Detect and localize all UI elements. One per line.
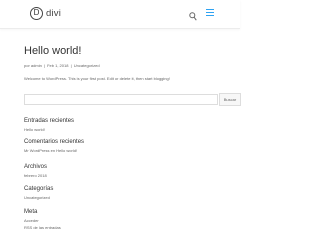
post-meta-by: por	[24, 63, 30, 68]
login-link[interactable]: Acceder	[24, 218, 61, 223]
widget-title: Meta	[24, 209, 38, 215]
post-title[interactable]: Hello world!	[24, 45, 214, 58]
post-date: Feb 1, 2018	[47, 63, 69, 68]
site-logo[interactable]: D divi	[30, 5, 61, 21]
recent-comment-link[interactable]: Mr WordPress en Hello world!	[24, 148, 84, 153]
widget-title: Comentarios recientes	[24, 139, 85, 145]
search-input[interactable]	[24, 94, 218, 105]
logo-text: divi	[46, 7, 62, 19]
widget-recent-comments: Comentarios recientes Mr WordPress en He…	[24, 139, 84, 153]
post-article: Hello world! por admin | Feb 1, 2018 | U…	[24, 45, 214, 82]
post-category-link[interactable]: Uncategorized	[74, 63, 100, 68]
category-link[interactable]: Uncategorized	[24, 195, 53, 200]
widget-categories: Categorías Uncategorized	[24, 186, 53, 200]
logo-mark: D	[30, 6, 43, 20]
hamburger-menu-icon[interactable]	[206, 9, 214, 16]
recent-post-link[interactable]: Hello world!	[24, 127, 74, 132]
widget-title: Categorías	[24, 186, 54, 192]
search-button[interactable]: Buscar	[219, 93, 241, 106]
rss-entries-link[interactable]: RSS de las entradas	[24, 225, 61, 230]
search-icon[interactable]	[189, 8, 197, 21]
widget-title: Entradas recientes	[24, 118, 75, 124]
post-meta: por admin | Feb 1, 2018 | Uncategorized	[24, 63, 100, 68]
post-body: Welcome to WordPress. This is your first…	[24, 76, 170, 81]
search-form: Buscar	[24, 93, 241, 106]
site-header: D divi	[0, 0, 240, 29]
widget-archives: Archivos febrero 2018	[24, 164, 47, 178]
widget-recent-posts: Entradas recientes Hello world!	[24, 118, 74, 132]
post-author-link[interactable]: admin	[31, 63, 42, 68]
archive-link[interactable]: febrero 2018	[24, 173, 47, 178]
widget-title: Archivos	[24, 164, 48, 170]
widget-meta: Meta Acceder RSS de las entradas	[24, 209, 61, 230]
